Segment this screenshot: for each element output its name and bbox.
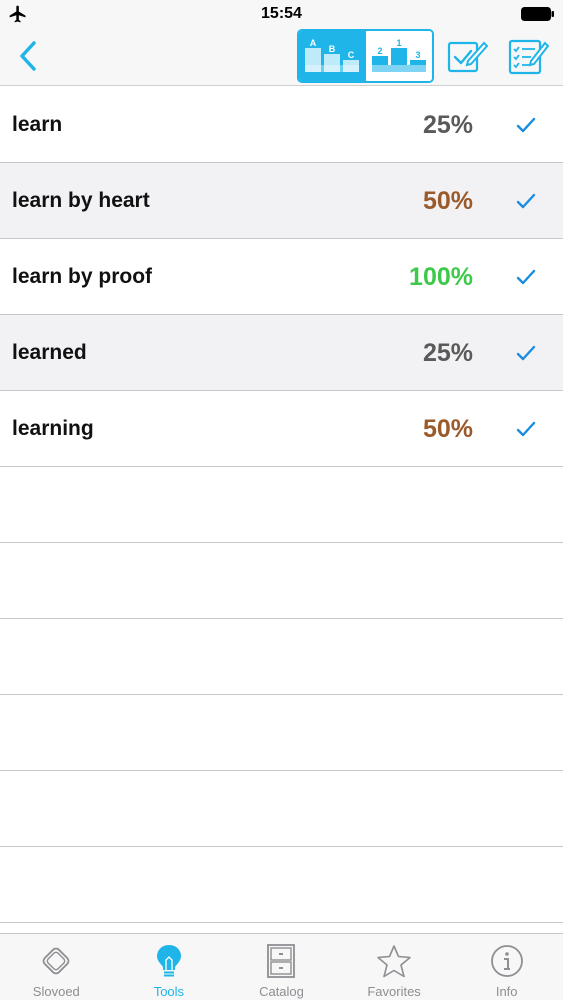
chevron-left-icon <box>20 41 36 71</box>
empty-row <box>0 619 563 695</box>
sort-by-rank-button[interactable]: 2 1 3 <box>365 31 432 81</box>
tab-tools[interactable]: Tools <box>113 934 226 1000</box>
list-item[interactable]: learning 50% <box>0 391 563 467</box>
tab-favorites[interactable]: Favorites <box>338 934 451 1000</box>
list-item[interactable]: learned 25% <box>0 315 563 391</box>
sort-letter-b: B <box>329 44 336 54</box>
percent-label: 25% <box>422 111 473 139</box>
cabinet-icon <box>267 944 296 978</box>
empty-row <box>0 467 563 543</box>
percent-label: 100% <box>409 263 473 291</box>
tab-info[interactable]: Info <box>450 934 563 1000</box>
lightbulb-icon <box>156 945 181 977</box>
percent-label: 50% <box>422 187 473 215</box>
rank-number-3: 3 <box>415 50 420 60</box>
tab-label: Info <box>495 984 518 999</box>
tab-label: Favorites <box>367 984 421 999</box>
empty-row <box>0 543 563 619</box>
percent-label: 25% <box>422 339 473 367</box>
info-icon <box>490 945 523 977</box>
nav-bar: A B C 2 1 3 <box>0 28 563 86</box>
checkmark-icon[interactable] <box>515 115 537 135</box>
back-button[interactable] <box>10 38 46 74</box>
star-icon <box>377 945 411 978</box>
battery-icon <box>521 7 554 21</box>
checkmark-icon[interactable] <box>515 267 537 287</box>
list-item[interactable]: learn by heart 50% <box>0 163 563 239</box>
percent-label: 50% <box>422 415 473 443</box>
slovoed-logo-icon <box>42 947 70 975</box>
word-label: learned <box>12 341 87 364</box>
checklist-edit-icon <box>508 39 549 75</box>
word-label: learn by proof <box>12 265 153 288</box>
empty-row <box>0 847 563 923</box>
edit-test-button[interactable] <box>445 36 489 76</box>
word-list: learn 25% learn by heart 50% learn by pr… <box>0 87 563 923</box>
airplane-mode-icon <box>9 5 26 23</box>
rank-number-1: 1 <box>396 38 401 48</box>
checkmark-icon[interactable] <box>515 419 537 439</box>
tab-label: Tools <box>153 984 185 999</box>
sort-alphabetical-icon: A B C <box>305 38 360 72</box>
rank-number-2: 2 <box>377 46 382 56</box>
tab-slovoed[interactable]: Slovoed <box>0 934 113 1000</box>
word-label: learn by heart <box>12 189 150 212</box>
tab-label: Slovoed <box>32 984 80 999</box>
checklist-edit-button[interactable] <box>506 36 550 76</box>
podium-icon: 2 1 3 <box>371 38 426 72</box>
status-time: 15:54 <box>261 5 302 22</box>
status-bar: 15:54 <box>0 0 563 28</box>
sort-alphabetical-button[interactable]: A B C <box>299 31 366 81</box>
empty-row <box>0 695 563 771</box>
checkmark-icon[interactable] <box>515 191 537 211</box>
list-item[interactable]: learn 25% <box>0 87 563 163</box>
list-item[interactable]: learn by proof 100% <box>0 239 563 315</box>
word-label: learn <box>12 113 63 136</box>
tab-bar: Slovoed Tools Catalog Favorites Info <box>0 933 563 1000</box>
tab-label: Catalog <box>259 984 304 999</box>
sort-letter-a: A <box>310 38 317 48</box>
empty-row <box>0 771 563 847</box>
checkbox-edit-icon <box>447 41 488 73</box>
tab-catalog[interactable]: Catalog <box>225 934 338 1000</box>
sort-segmented-control: A B C 2 1 3 <box>297 29 434 83</box>
word-label: learning <box>12 417 94 440</box>
sort-letter-c: C <box>348 50 355 60</box>
checkmark-icon[interactable] <box>515 343 537 363</box>
